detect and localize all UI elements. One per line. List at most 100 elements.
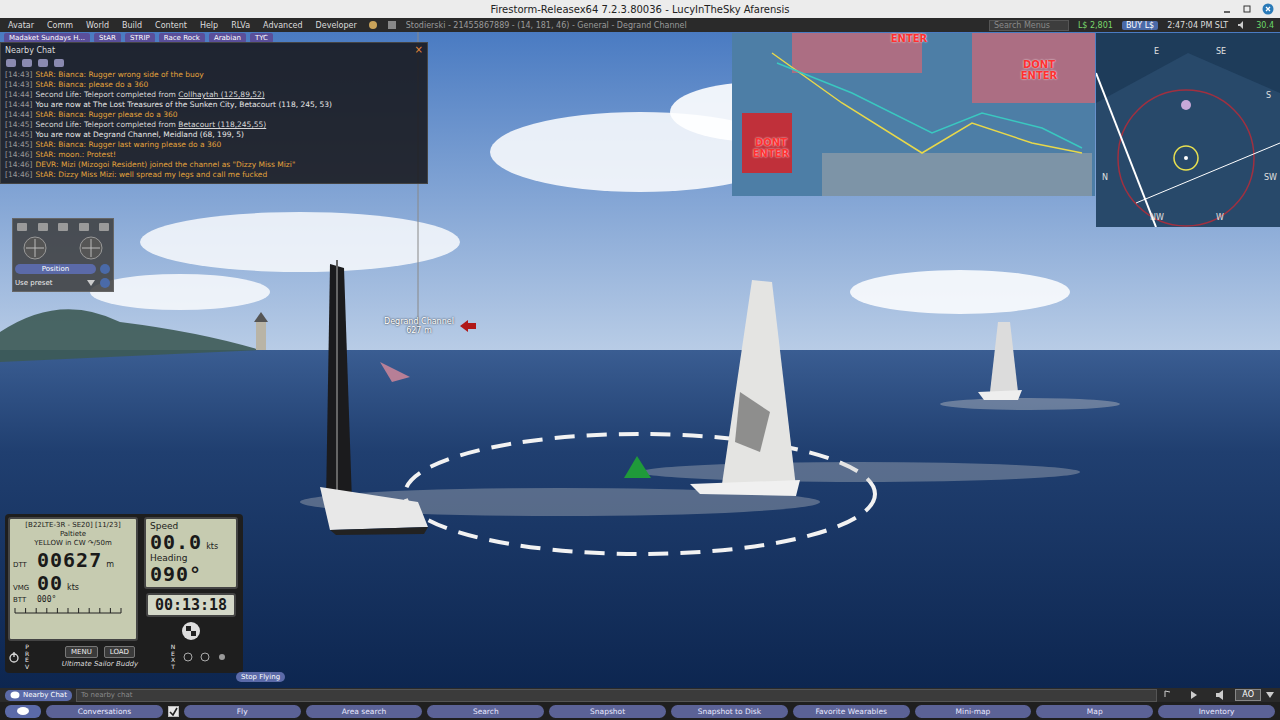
toolbar-button[interactable]: Inventory <box>1158 705 1275 718</box>
nearby-chat-panel: Nearby Chat×[14:43]StAR: Bianca: Rugger … <box>0 42 428 184</box>
menu-item[interactable]: Developer <box>314 21 359 30</box>
chat-line: [14:43]StAR: Bianca: Rugger wrong side o… <box>5 70 423 80</box>
menu-item[interactable]: Avatar <box>6 21 36 30</box>
message: StAR: Bianca: please do a 360 <box>35 80 148 89</box>
toolbar-checkbox[interactable] <box>168 706 179 717</box>
bottom-toolbar: Conversations Fly Area search Search Snapsho… <box>0 702 1280 720</box>
compass-label: S <box>1266 91 1271 100</box>
map-label: ENTER <box>882 33 936 44</box>
search-menus-field[interactable]: Search Menus <box>989 20 1069 31</box>
timestamp: [14:45] <box>5 140 32 149</box>
toolbar-button[interactable]: Search <box>427 705 544 718</box>
toolbar-button[interactable]: Map <box>1036 705 1153 718</box>
toolbar-button[interactable]: Conversations <box>46 705 163 718</box>
camera-icon[interactable] <box>77 221 91 233</box>
checkered-flag-icon[interactable] <box>181 621 201 641</box>
preset-dropdown[interactable]: Use preset <box>15 279 83 287</box>
toolbar-button[interactable]: Area search <box>306 705 423 718</box>
dropdown-icon[interactable] <box>1265 691 1275 699</box>
compass-label: SW <box>1264 173 1277 182</box>
dropdown-icon[interactable] <box>86 279 96 287</box>
timestamp: [14:46] <box>5 160 32 169</box>
location-link[interactable]: Betacourt (118,245,55) <box>178 120 266 129</box>
timestamp: [14:45] <box>5 130 32 139</box>
chat-input[interactable]: To nearby chat <box>76 689 1157 702</box>
race-display: [B22LTE-3R - SE20] [11/23]PaltieteYELLOW… <box>8 517 138 641</box>
clock: 2:47:04 PM SLT <box>1167 21 1228 30</box>
dtt-row: DTT00627m <box>13 549 133 571</box>
hud-displays: [B22LTE-3R - SE20] [11/23]PaltieteYELLOW… <box>8 517 240 641</box>
destination-marker: Degrand Channel627 m <box>384 317 476 335</box>
world-view[interactable]: Madaket Sundays H...StARSTRIPRace RockAr… <box>0 32 1280 688</box>
menu-item[interactable]: World <box>84 21 111 30</box>
toolbar-button[interactable]: Fly <box>184 705 301 718</box>
nearby-chat-button[interactable]: Nearby Chat <box>5 690 72 701</box>
timestamp: [14:43] <box>5 70 32 79</box>
timestamp: [14:44] <box>5 100 32 109</box>
maximize-icon[interactable] <box>1242 4 1252 14</box>
toolbar-button[interactable]: Snapshot to Disk <box>671 705 788 718</box>
toolbar-button[interactable]: Favorite Wearables <box>793 705 910 718</box>
camera-icon[interactable] <box>97 221 111 233</box>
minimap[interactable]: ESESSWWNWN <box>1096 33 1280 227</box>
avatar-icon[interactable] <box>368 20 378 30</box>
ao-button[interactable]: AO <box>1235 689 1261 701</box>
map-label: DONT ENTER <box>1012 59 1066 81</box>
pin-icon[interactable] <box>99 263 111 275</box>
orbit-icon[interactable] <box>15 235 55 261</box>
position-button[interactable]: Position <box>15 264 96 274</box>
next-button[interactable]: NEXT <box>170 644 176 670</box>
panel-header: Nearby Chat× <box>1 43 427 57</box>
race-course-map: ENTERDONT ENTERDONT ENTER <box>732 33 1095 196</box>
message: StAR: Bianca: Rugger wrong side of the b… <box>35 70 203 79</box>
stop-flying-button[interactable]: Stop Flying <box>236 672 285 682</box>
chat-tool-icon[interactable] <box>37 58 49 68</box>
chat-line: [14:45]Second Life: Teleport completed f… <box>5 120 423 130</box>
power-icon[interactable] <box>8 651 20 663</box>
toolbar-button[interactable]: Snapshot <box>549 705 666 718</box>
buy-button[interactable]: BUY L$ <box>1122 21 1158 30</box>
build-icon[interactable] <box>387 20 397 30</box>
title-bar: Firestorm-Releasex64 7.2.3.80036 - LucyI… <box>0 0 1280 18</box>
menu-item[interactable]: Content <box>153 21 189 30</box>
compass-label: N <box>1102 173 1108 182</box>
message: Second Life: Teleport completed from <box>35 120 178 129</box>
menu-item[interactable]: Help <box>198 21 220 30</box>
menu-item[interactable]: Comm <box>45 21 75 30</box>
chat-tool-icon[interactable] <box>5 58 17 68</box>
speech-icon <box>10 691 20 699</box>
volume-icon[interactable] <box>1237 20 1247 30</box>
chat-bar: Nearby Chat To nearby chat AO <box>0 688 1280 702</box>
close-button[interactable]: × <box>415 45 423 55</box>
load-button[interactable]: LOAD <box>104 646 135 658</box>
menu-item[interactable]: Build <box>120 21 144 30</box>
close-icon[interactable] <box>1262 3 1274 15</box>
map-image <box>732 33 1095 196</box>
message: StAR: Bianca: Rugger last waring please … <box>35 140 221 149</box>
speech-bubble-icon <box>16 706 30 716</box>
chat-toggle-button[interactable] <box>5 705 41 718</box>
message: StAR: moon.: Protest! <box>35 150 116 159</box>
speed-column: Speed00.0ktsHeading090°00:13:18 <box>144 517 238 641</box>
media-controls-icon[interactable] <box>1161 690 1231 700</box>
hud-tools-icon[interactable] <box>180 650 240 664</box>
menu-item[interactable]: Advanced <box>261 21 305 30</box>
camera-icon[interactable] <box>36 221 50 233</box>
prev-button[interactable]: PREV <box>24 644 30 670</box>
gear-icon[interactable] <box>99 277 111 289</box>
menu-button[interactable]: MENU <box>65 646 98 658</box>
menu-bar: Avatar Comm World Build Content Help RLVa Advan… <box>0 18 1280 32</box>
camera-icon[interactable] <box>15 221 29 233</box>
chat-tool-icon[interactable] <box>21 58 33 68</box>
hud-controls: PREVMENULOADUltimate Sailor BuddyNEXT <box>8 644 240 670</box>
compass-label: E <box>1154 47 1159 56</box>
minimize-icon[interactable] <box>1222 4 1232 14</box>
balance: L$ 2,801 <box>1078 21 1113 30</box>
location-link[interactable]: Collhaytah (125,89,52) <box>178 90 264 99</box>
chat-tool-icon[interactable] <box>53 58 65 68</box>
pan-icon[interactable] <box>71 235 111 261</box>
toolbar-button[interactable]: Mini-map <box>915 705 1032 718</box>
menu-item[interactable]: RLVa <box>229 21 252 30</box>
compass-label: W <box>1216 213 1224 222</box>
camera-icon[interactable] <box>56 221 70 233</box>
